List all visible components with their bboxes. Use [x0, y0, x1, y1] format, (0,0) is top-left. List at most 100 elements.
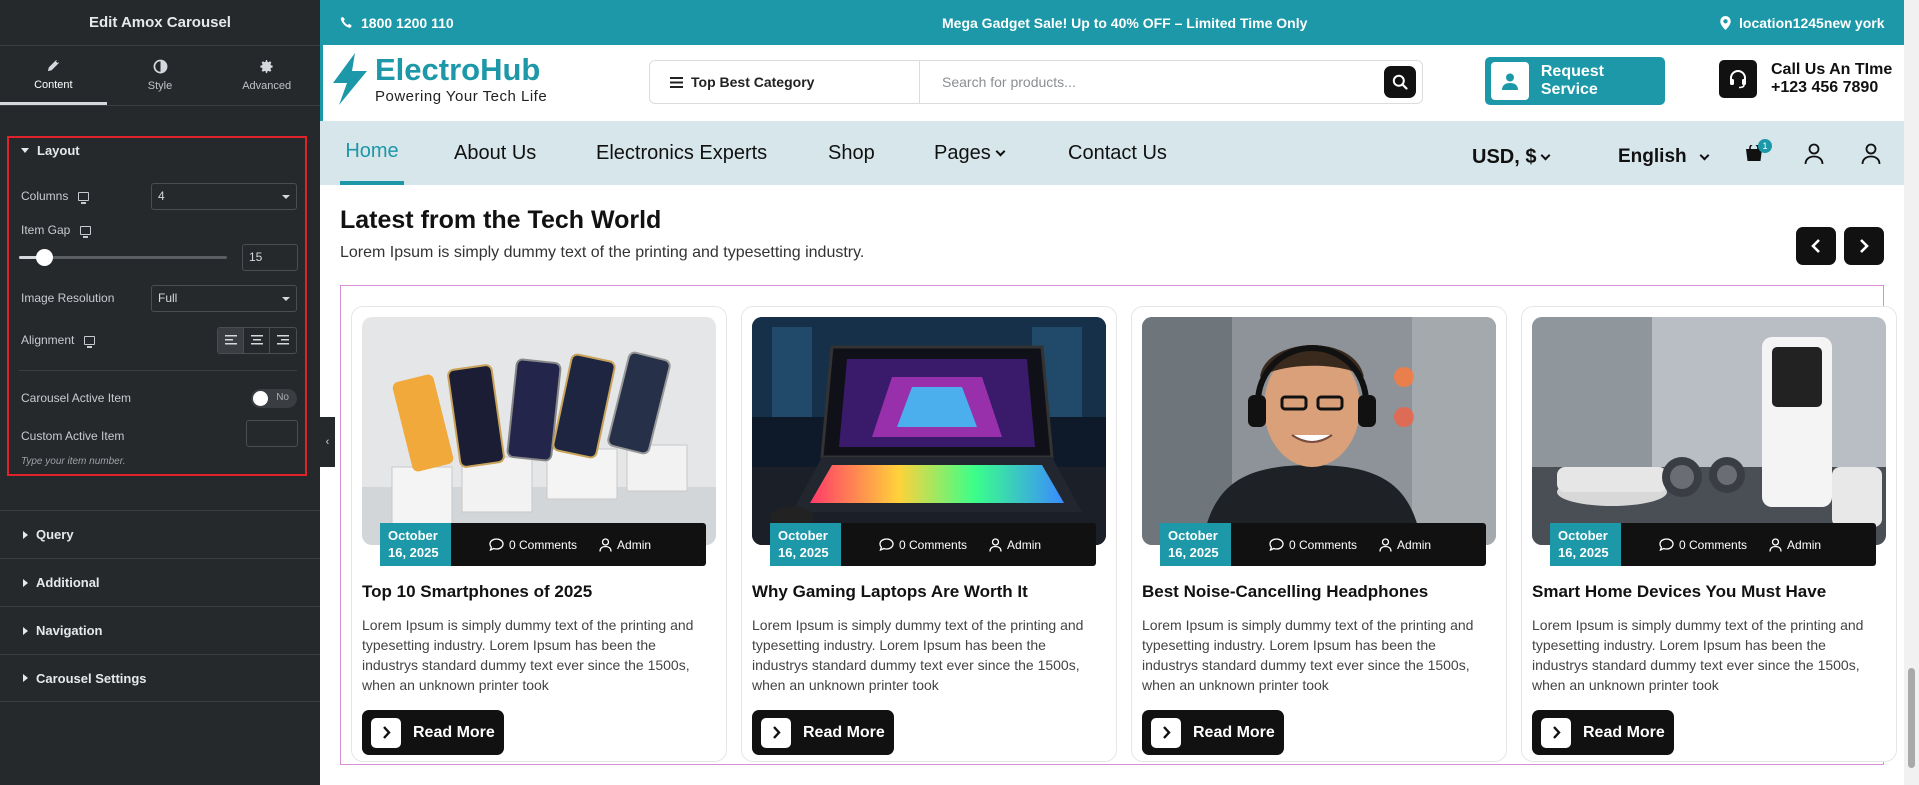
nav-shop[interactable]: Shop — [828, 121, 875, 185]
post-date: October 16, 2025 — [380, 523, 451, 566]
align-left-button[interactable] — [218, 327, 244, 353]
carousel-active-toggle[interactable]: No — [251, 388, 297, 408]
nav-electronics-experts[interactable]: Electronics Experts — [596, 121, 767, 185]
post-excerpt: Lorem Ipsum is simply dummy text of the … — [752, 617, 1084, 693]
nav-electronics-experts-label: Electronics Experts — [596, 141, 768, 164]
carousel-next-button[interactable] — [1844, 227, 1884, 265]
toggle-knob — [253, 390, 268, 406]
blog-card: October 16, 2025 0 Comments Admin Smart … — [1521, 306, 1897, 762]
alignment-buttons — [217, 326, 297, 354]
post-image-smartphones[interactable] — [362, 317, 716, 545]
post-author[interactable]: Admin — [1769, 538, 1821, 552]
navigation-heading: Navigation — [36, 623, 103, 638]
additional-section-header[interactable]: Additional — [0, 558, 320, 606]
align-right-button[interactable] — [270, 328, 296, 353]
post-image-gaming-laptop[interactable] — [752, 317, 1106, 545]
nav-contact[interactable]: Contact Us — [1068, 121, 1167, 185]
item-gap-input[interactable]: 15 — [242, 244, 298, 271]
monitor-icon[interactable] — [78, 191, 90, 204]
post-comments[interactable]: 0 Comments — [1659, 538, 1747, 552]
page-scrollbar[interactable] — [1904, 0, 1919, 785]
custom-active-hint: Type your item number. — [21, 456, 126, 467]
call-line-1: Call Us An TIme — [1771, 61, 1893, 78]
item-gap-slider[interactable] — [19, 249, 227, 266]
cart-button[interactable]: 1 — [1744, 139, 1772, 165]
custom-active-input[interactable] — [246, 420, 298, 447]
nav-about[interactable]: About Us — [454, 121, 536, 185]
post-meta: October 16, 2025 0 Comments Admin — [1550, 523, 1876, 566]
post-title[interactable]: Smart Home Devices You Must Have — [1532, 582, 1826, 602]
blog-section-title: Latest from the Tech World — [340, 206, 662, 234]
post-comments[interactable]: 0 Comments — [489, 538, 577, 552]
cart-count: 1 — [1758, 139, 1772, 153]
category-dropdown[interactable]: Top Best Category — [650, 61, 920, 103]
columns-control: Columns 4 — [21, 182, 297, 210]
post-image-headphones[interactable] — [1142, 317, 1496, 545]
post-comments[interactable]: 0 Comments — [1269, 538, 1357, 552]
post-meta: October 16, 2025 0 Comments Admin — [380, 523, 706, 566]
caret-right-icon — [23, 530, 28, 539]
monitor-icon[interactable] — [80, 225, 92, 238]
item-gap-control: Item Gap — [21, 216, 297, 244]
query-section-header[interactable]: Query — [0, 510, 320, 558]
post-author[interactable]: Admin — [1379, 538, 1431, 552]
scrollbar-thumb[interactable] — [1908, 668, 1915, 768]
align-center-button[interactable] — [244, 327, 270, 353]
monitor-icon[interactable] — [84, 335, 96, 348]
topbar-phone[interactable]: 1800 1200 110 — [340, 0, 454, 45]
comment-icon — [489, 538, 504, 551]
navigation-section-header[interactable]: Navigation — [0, 606, 320, 654]
search-input[interactable] — [920, 61, 1384, 103]
read-more-button[interactable]: Read More — [752, 710, 894, 755]
read-more-label: Read More — [803, 723, 885, 741]
image-resolution-select[interactable]: Full — [151, 284, 297, 312]
call-phone: +123 456 7890 — [1771, 79, 1879, 96]
carousel-prev-button[interactable] — [1796, 227, 1836, 265]
phone-icon — [340, 16, 352, 28]
query-heading: Query — [36, 527, 74, 542]
tab-advanced[interactable]: Advanced — [213, 46, 320, 105]
post-author-text: Admin — [1397, 537, 1432, 552]
site-preview: 1800 1200 110 Mega Gadget Sale! Up to 40… — [320, 0, 1904, 785]
profile-button[interactable] — [1861, 143, 1881, 170]
columns-select[interactable]: 4 — [151, 182, 297, 210]
search-button[interactable] — [1384, 66, 1416, 98]
post-comments[interactable]: 0 Comments — [879, 538, 967, 552]
nav-shop-label: Shop — [828, 141, 875, 164]
post-title[interactable]: Top 10 Smartphones of 2025 — [362, 582, 592, 602]
alignment-label: Alignment — [21, 333, 75, 347]
tab-content[interactable]: Content — [0, 46, 107, 105]
post-date: October 16, 2025 — [1550, 523, 1621, 566]
post-author[interactable]: Admin — [989, 538, 1041, 552]
post-author[interactable]: Admin — [599, 538, 651, 552]
nav-pages[interactable]: Pages — [934, 121, 1006, 185]
align-right-icon — [277, 335, 289, 345]
account-button[interactable] — [1804, 143, 1824, 170]
request-service-button[interactable]: Request Service — [1485, 57, 1665, 105]
post-comments-text: 0 Comments — [899, 537, 968, 552]
language-selector[interactable]: English — [1618, 125, 1710, 189]
read-more-button[interactable]: Read More — [362, 710, 504, 755]
nav-home[interactable]: Home — [340, 121, 404, 185]
currency-selector[interactable]: USD, $ — [1472, 125, 1551, 189]
chevron-down-icon — [995, 146, 1006, 156]
image-resolution-value: Full — [158, 290, 178, 305]
post-title[interactable]: Best Noise-Cancelling Headphones — [1142, 582, 1428, 602]
post-comments-text: 0 Comments — [509, 537, 578, 552]
chevron-right-icon — [382, 726, 391, 739]
topbar-location[interactable]: location1245new york — [1720, 0, 1885, 45]
carousel-active-label: Carousel Active Item — [21, 391, 132, 405]
post-title[interactable]: Why Gaming Laptops Are Worth It — [752, 582, 1028, 602]
tab-advanced-label: Advanced — [242, 80, 292, 92]
carousel-settings-section-header[interactable]: Carousel Settings — [0, 654, 320, 702]
site-logo[interactable]: ElectroHub Powering Your Tech Life — [331, 53, 547, 105]
layout-section-header[interactable]: Layout — [21, 138, 80, 162]
post-image-smart-home[interactable] — [1532, 317, 1886, 545]
call-us[interactable]: Call Us An TIme +123 456 7890 — [1719, 60, 1892, 98]
read-more-button[interactable]: Read More — [1142, 710, 1284, 755]
tab-style-label: Style — [147, 80, 173, 92]
read-more-button[interactable]: Read More — [1532, 710, 1674, 755]
tab-style[interactable]: Style — [107, 46, 214, 105]
tab-content-label: Content — [34, 78, 73, 91]
slider-handle[interactable] — [35, 249, 53, 266]
